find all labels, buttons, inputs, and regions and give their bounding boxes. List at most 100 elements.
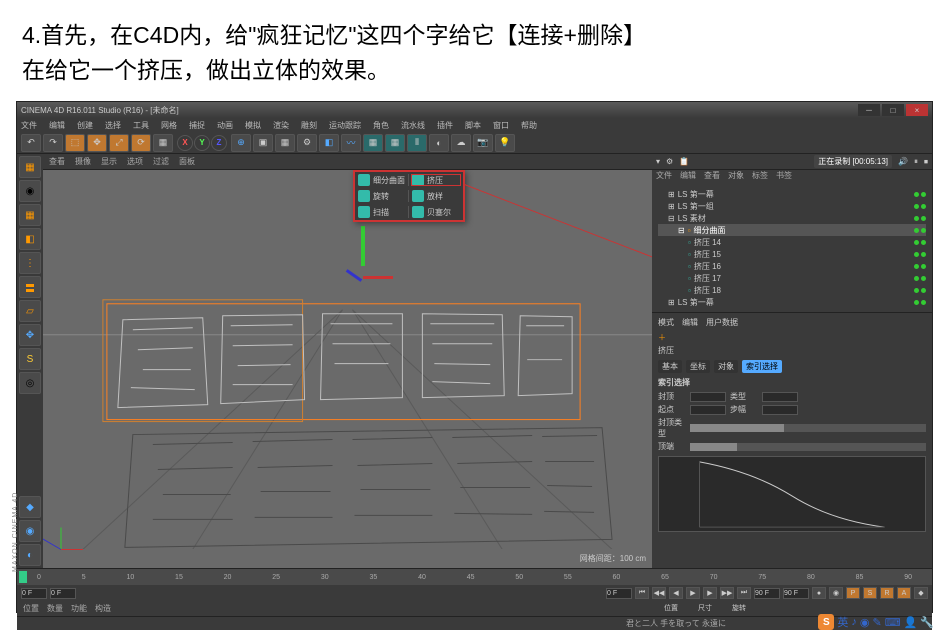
attr-subtab-caps-active[interactable]: 索引选择 <box>742 360 782 373</box>
foot-icon-7[interactable]: 🔧 <box>920 616 934 629</box>
popup-lathe[interactable]: 旋转 <box>355 190 409 202</box>
coord-system-icon[interactable]: ⊕ <box>231 134 251 152</box>
step-input[interactable] <box>762 405 798 415</box>
timeline-track[interactable]: 0510 152025 303540 455055 606570 758085 … <box>17 569 932 585</box>
tl-key-scale-icon[interactable]: S <box>863 587 877 599</box>
foot-icon-3[interactable]: ◉ <box>860 616 870 629</box>
attr-tab-edit[interactable]: 编辑 <box>682 317 698 328</box>
tl-goto-end-icon[interactable]: ⏭ <box>737 587 751 599</box>
sogou-badge-icon[interactable]: S <box>818 614 834 630</box>
texture-mode-icon[interactable]: ▦ <box>19 204 41 226</box>
vp-options[interactable]: 选项 <box>127 156 143 167</box>
point-mode-icon[interactable]: ⋮ <box>19 252 41 274</box>
tl-record-icon[interactable]: ● <box>812 587 826 599</box>
light-icon[interactable]: 💡 <box>495 134 515 152</box>
vp-panel[interactable]: 面板 <box>179 156 195 167</box>
tl-start-a[interactable] <box>21 588 47 599</box>
tl-autokey-icon[interactable]: ◉ <box>829 587 843 599</box>
attr-add-button[interactable]: ＋ <box>658 332 926 343</box>
popup-loft[interactable]: 放样 <box>409 190 463 202</box>
attr-tab-mode[interactable]: 模式 <box>658 317 674 328</box>
menu-snap[interactable]: 捕捉 <box>189 120 205 131</box>
menu-pipeline[interactable]: 流水线 <box>401 120 425 131</box>
move-tool-icon[interactable]: ✥ <box>87 134 107 152</box>
attr-subtab-object[interactable]: 对象 <box>714 360 738 373</box>
generator-icon[interactable]: ▦ <box>363 134 383 152</box>
deformer-icon[interactable]: ◐ <box>429 134 449 152</box>
undo-icon[interactable]: ↶ <box>21 134 41 152</box>
axis-mode-icon[interactable]: ✥ <box>19 324 41 346</box>
attr-tab-userdata[interactable]: 用户数据 <box>706 317 738 328</box>
menu-file[interactable]: 文件 <box>21 120 37 131</box>
subdivision-icon[interactable]: ▦ <box>385 134 405 152</box>
menu-select[interactable]: 选择 <box>105 120 121 131</box>
vp-filter[interactable]: 过滤 <box>153 156 169 167</box>
menu-window[interactable]: 窗口 <box>493 120 509 131</box>
poly-mode-icon[interactable]: ▱ <box>19 300 41 322</box>
tl-cur[interactable] <box>606 588 632 599</box>
scale-tool-icon[interactable]: ⤢ <box>109 134 129 152</box>
tl-end-b[interactable] <box>783 588 809 599</box>
edge-mode-icon[interactable]: 〓 <box>19 276 41 298</box>
array-icon[interactable]: ⫴ <box>407 134 427 152</box>
viewport[interactable]: 细分曲面 挤压 旋转 放样 扫描 贝塞尔 网格间距：10 <box>43 170 652 568</box>
tl-play-icon[interactable]: ▶ <box>686 587 700 599</box>
menu-sculpt[interactable]: 雕刻 <box>301 120 317 131</box>
mat-tab-qty[interactable]: 数量 <box>47 603 63 615</box>
menu-mesh[interactable]: 网格 <box>161 120 177 131</box>
obj-tab-edit[interactable]: 编辑 <box>680 170 696 184</box>
select-tool-icon[interactable]: ⬚ <box>65 134 85 152</box>
foot-icon-1[interactable]: 英 <box>837 614 848 630</box>
redo-icon[interactable]: ↷ <box>43 134 63 152</box>
foot-icon-5[interactable]: ⌨ <box>885 616 901 629</box>
start-input[interactable] <box>690 405 726 415</box>
recent-tool-icon[interactable]: ▦ <box>153 134 173 152</box>
tweak-icon[interactable]: ◆ <box>19 496 41 518</box>
make-editable-icon[interactable]: ▦ <box>19 156 41 178</box>
tl-key-rot-icon[interactable]: R <box>880 587 894 599</box>
tl-prev-key-icon[interactable]: ◀◀ <box>652 587 666 599</box>
axis-z[interactable]: Z <box>211 135 227 151</box>
axis-y[interactable]: Y <box>194 135 210 151</box>
render-settings-icon[interactable]: ⚙ <box>297 134 317 152</box>
vp-view[interactable]: 查看 <box>49 156 65 167</box>
foot-icon-4[interactable]: ✎ <box>872 616 881 629</box>
tl-key-pla-icon[interactable]: ◆ <box>914 587 928 599</box>
tl-next-key-icon[interactable]: ▶▶ <box>720 587 734 599</box>
menu-character[interactable]: 角色 <box>373 120 389 131</box>
axis-x[interactable]: X <box>177 135 193 151</box>
close-button[interactable]: × <box>906 104 928 116</box>
viewport-solo-icon[interactable]: ◎ <box>19 372 41 394</box>
gizmo-x-axis[interactable] <box>363 276 393 279</box>
gizmo-y-axis[interactable] <box>361 226 365 266</box>
obj-tab-tags[interactable]: 标签 <box>752 170 768 184</box>
popup-bezier[interactable]: 贝塞尔 <box>409 206 463 218</box>
mat-tab-pos[interactable]: 位置 <box>23 603 39 615</box>
obj-tab-file[interactable]: 文件 <box>656 170 672 184</box>
transform-gizmo[interactable] <box>343 226 383 306</box>
soft-select-icon[interactable]: ◉ <box>19 520 41 542</box>
spline-icon[interactable]: 〰 <box>341 134 361 152</box>
tl-next-frame-icon[interactable]: ▶ <box>703 587 717 599</box>
tl-prev-frame-icon[interactable]: ◀ <box>669 587 683 599</box>
tl-key-pos-icon[interactable]: P <box>846 587 860 599</box>
foot-icon-2[interactable]: ♪ <box>851 616 857 628</box>
maximize-button[interactable]: □ <box>882 104 904 116</box>
caps-type-input[interactable] <box>762 392 798 402</box>
cap-slider[interactable] <box>690 424 926 432</box>
caps-start-input[interactable] <box>690 392 726 402</box>
menu-edit[interactable]: 编辑 <box>49 120 65 131</box>
playhead[interactable] <box>19 571 27 583</box>
camera-icon[interactable]: 📷 <box>473 134 493 152</box>
tl-end-a[interactable] <box>754 588 780 599</box>
obj-tab-bookmarks[interactable]: 书签 <box>776 170 792 184</box>
menu-track[interactable]: 运动跟踪 <box>329 120 361 131</box>
popup-sweep[interactable]: 扫描 <box>355 206 409 218</box>
menu-script[interactable]: 脚本 <box>465 120 481 131</box>
attr-subtab-basic[interactable]: 基本 <box>658 360 682 373</box>
top-slider[interactable] <box>690 443 926 451</box>
menu-plugins[interactable]: 插件 <box>437 120 453 131</box>
attr-subtab-coord[interactable]: 坐标 <box>686 360 710 373</box>
menu-render[interactable]: 渲染 <box>273 120 289 131</box>
mat-tab-func[interactable]: 功能 <box>71 603 87 615</box>
